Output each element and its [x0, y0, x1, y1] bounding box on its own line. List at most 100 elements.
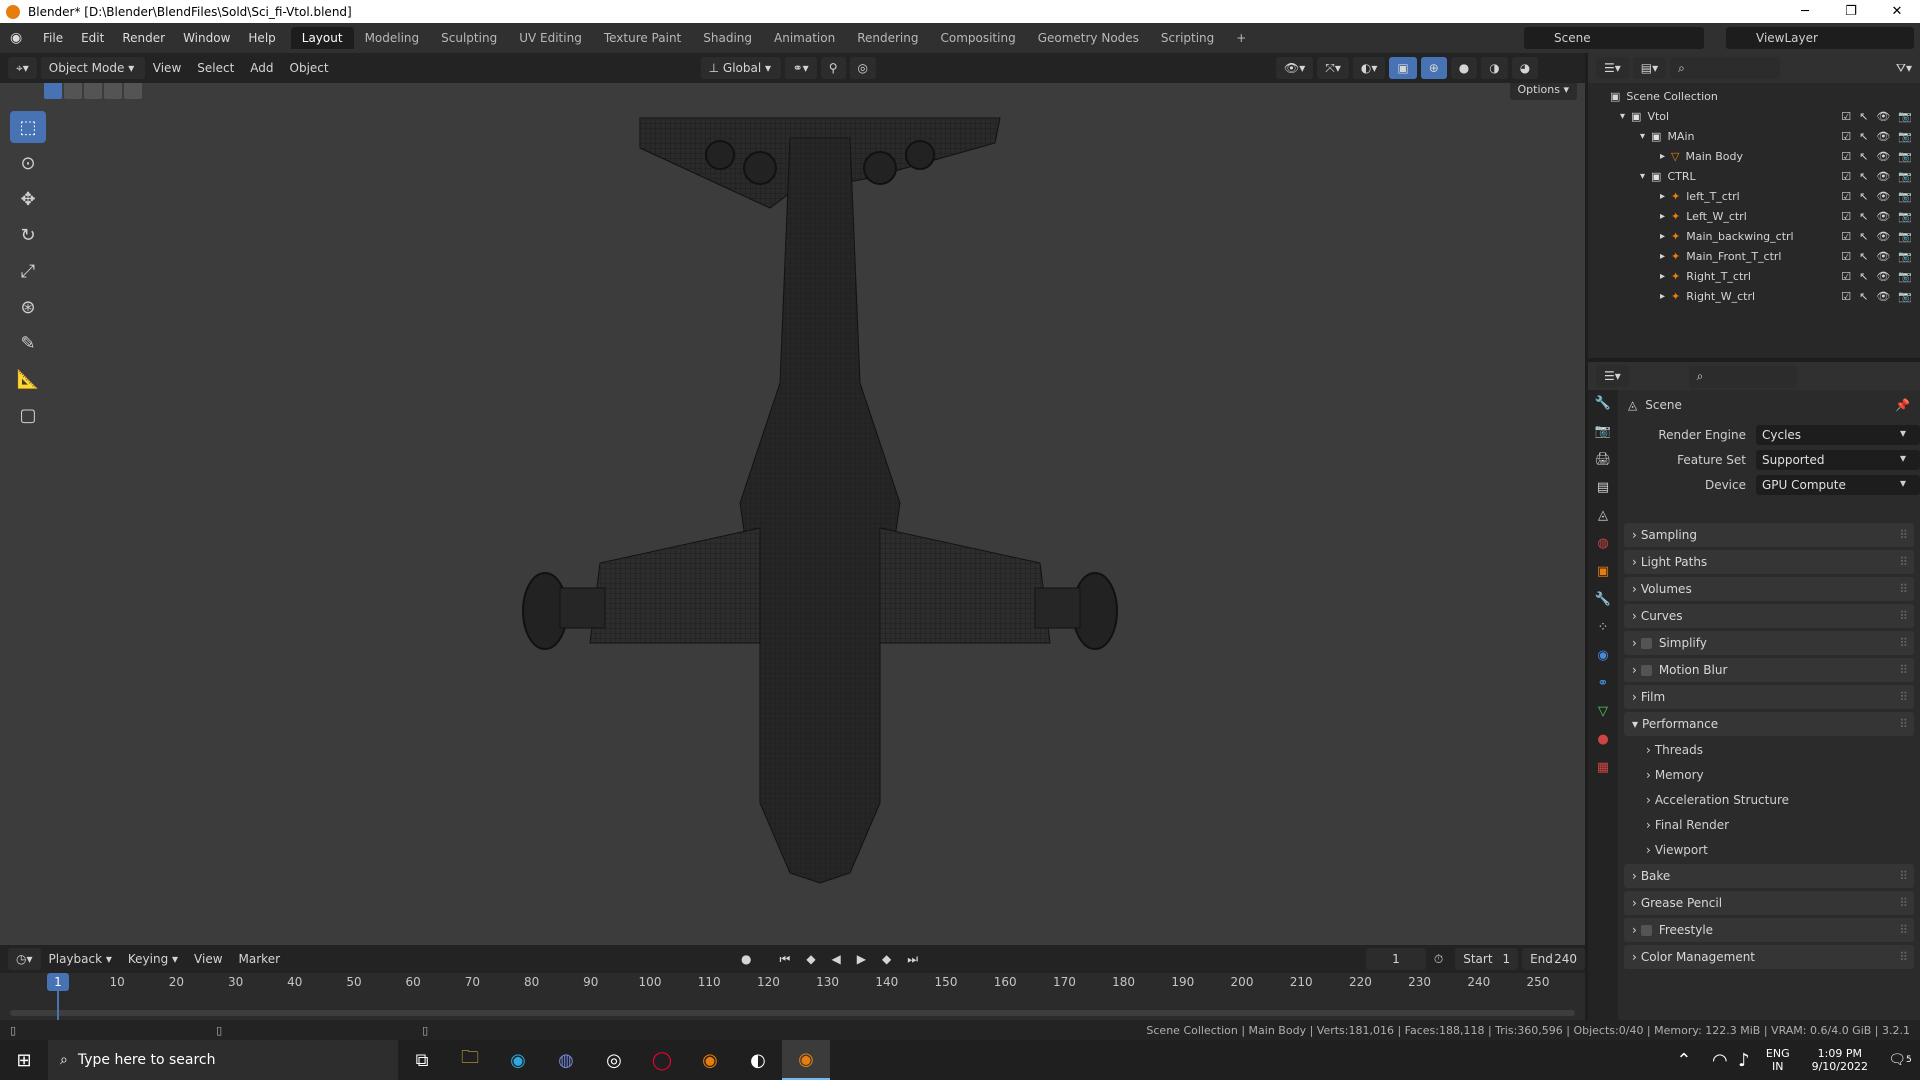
- expand-arrow-icon[interactable]: ▸: [1660, 291, 1665, 302]
- panel-header[interactable]: ▾ Performance ⠿: [1624, 712, 1914, 736]
- language-indicator[interactable]: ENG IN: [1766, 1047, 1790, 1073]
- workspace-tab-geometry-nodes[interactable]: Geometry Nodes: [1027, 27, 1150, 49]
- workspace-tab-shading[interactable]: Shading: [692, 27, 763, 49]
- eye-icon[interactable]: 👁: [1876, 290, 1890, 303]
- current-frame-field[interactable]: 1: [1366, 948, 1426, 970]
- drag-handle-icon[interactable]: ⠿: [1899, 555, 1908, 569]
- scene-collection-row[interactable]: ▣ Scene Collection: [1588, 86, 1920, 106]
- checkbox-icon[interactable]: ☑: [1841, 150, 1851, 163]
- camera-icon[interactable]: 📷: [1898, 130, 1912, 143]
- camera-icon[interactable]: 📷: [1898, 110, 1912, 123]
- camera-icon[interactable]: 📷: [1898, 150, 1912, 163]
- visibility-dropdown[interactable]: 👁▾: [1275, 57, 1314, 79]
- outliner-row[interactable]: ▸ ✦ Right_W_ctrl ☑ ↖ 👁 📷: [1588, 286, 1920, 306]
- expand-arrow-icon[interactable]: ▾: [1620, 111, 1625, 122]
- expand-arrow-icon[interactable]: ▾: [1640, 131, 1645, 142]
- select-icon[interactable]: ↖: [1859, 190, 1868, 203]
- drag-handle-icon[interactable]: ⠿: [1899, 717, 1908, 731]
- drag-handle-icon[interactable]: ⠿: [1899, 896, 1908, 910]
- panel-checkbox[interactable]: [1640, 924, 1652, 936]
- prev-keyframe-icon[interactable]: ◆: [798, 948, 823, 970]
- app-icon[interactable]: ◎: [590, 1040, 638, 1080]
- close-button[interactable]: ✕: [1874, 0, 1920, 23]
- output-tab-icon[interactable]: 🖨: [1588, 446, 1618, 474]
- panel-header[interactable]: › Film ⠿: [1624, 685, 1914, 709]
- taskbar-search-input[interactable]: ⌕ Type here to search: [48, 1040, 398, 1080]
- panel-header[interactable]: › Simplify ⠿: [1624, 631, 1914, 655]
- outliner-row[interactable]: ▸ ✦ Left_W_ctrl ☑ ↖ 👁 📷: [1588, 206, 1920, 226]
- proportional-edit-toggle[interactable]: ◎: [849, 57, 876, 79]
- panel-header[interactable]: › Light Paths ⠿: [1624, 550, 1914, 574]
- file-explorer-icon[interactable]: 🗀: [446, 1040, 494, 1080]
- checkbox-icon[interactable]: ☑: [1841, 250, 1851, 263]
- eye-icon[interactable]: 👁: [1876, 170, 1890, 183]
- texture-tab-icon[interactable]: ▦: [1588, 754, 1618, 782]
- subpanel-header[interactable]: › Memory: [1624, 764, 1914, 786]
- drag-handle-icon[interactable]: ⠿: [1899, 690, 1908, 704]
- menu-window[interactable]: Window: [174, 31, 239, 45]
- workspace-tab-scripting[interactable]: Scripting: [1150, 27, 1225, 49]
- outliner-row[interactable]: ▾ ▣ CTRL ☑ ↖ 👁 📷: [1588, 166, 1920, 186]
- outliner-row[interactable]: ▾ ▣ Vtol ☑ ↖ 👁 📷: [1588, 106, 1920, 126]
- expand-arrow-icon[interactable]: ▸: [1660, 211, 1665, 222]
- camera-icon[interactable]: 📷: [1898, 230, 1912, 243]
- camera-icon[interactable]: 📷: [1898, 270, 1912, 283]
- select-icon[interactable]: ↖: [1859, 290, 1868, 303]
- checkbox-icon[interactable]: ☑: [1841, 190, 1851, 203]
- steam-icon[interactable]: ◐: [734, 1040, 782, 1080]
- maximize-button[interactable]: ❐: [1828, 0, 1874, 23]
- current-frame-indicator[interactable]: 1: [47, 973, 69, 991]
- blender-taskbar-icon[interactable]: ◉: [686, 1040, 734, 1080]
- expand-arrow-icon[interactable]: ▸: [1660, 271, 1665, 282]
- tool-tab-icon[interactable]: 🔧: [1588, 390, 1618, 418]
- view-layer-tab-icon[interactable]: ▤: [1588, 474, 1618, 502]
- checkbox-icon[interactable]: ☑: [1841, 130, 1851, 143]
- expand-arrow-icon[interactable]: ▸: [1660, 251, 1665, 262]
- menu-keying[interactable]: Keying ▾: [120, 948, 186, 970]
- workspace-tab-compositing[interactable]: Compositing: [929, 27, 1026, 49]
- menu-select[interactable]: Select: [189, 57, 242, 79]
- outliner-editor-type-button[interactable]: ☰▾: [1596, 57, 1629, 79]
- pivot-dropdown[interactable]: ⚭▾: [784, 57, 817, 79]
- particles-tab-icon[interactable]: ⁘: [1588, 614, 1618, 642]
- view-layer-selector[interactable]: ViewLayer: [1726, 27, 1914, 49]
- workspace-tab--[interactable]: +: [1225, 27, 1257, 49]
- jump-end-icon[interactable]: ⏭: [899, 948, 926, 970]
- property-dropdown[interactable]: Cycles: [1756, 425, 1920, 445]
- editor-type-button[interactable]: ⌖▾: [8, 57, 37, 79]
- task-view-icon[interactable]: ⧉: [398, 1040, 446, 1080]
- subpanel-header[interactable]: › Threads: [1624, 739, 1914, 761]
- camera-icon[interactable]: 📷: [1898, 190, 1912, 203]
- minimize-button[interactable]: ─: [1782, 0, 1828, 23]
- panel-header[interactable]: › Freestyle ⠿: [1624, 918, 1914, 942]
- expand-arrow-icon[interactable]: ▸: [1660, 191, 1665, 202]
- opera-icon[interactable]: ◯: [638, 1040, 686, 1080]
- world-tab-icon[interactable]: ◍: [1588, 530, 1618, 558]
- eye-icon[interactable]: 👁: [1876, 190, 1890, 203]
- scene-selector[interactable]: Scene: [1524, 27, 1704, 49]
- constraints-tab-icon[interactable]: ⚭: [1588, 670, 1618, 698]
- select-icon[interactable]: ↖: [1859, 210, 1868, 223]
- panel-header[interactable]: › Grease Pencil ⠿: [1624, 891, 1914, 915]
- subpanel-header[interactable]: › Final Render: [1624, 814, 1914, 836]
- discord-icon[interactable]: ◍: [542, 1040, 590, 1080]
- panel-header[interactable]: › Motion Blur ⠿: [1624, 658, 1914, 682]
- subpanel-header[interactable]: › Acceleration Structure: [1624, 789, 1914, 811]
- solid-shading-button[interactable]: ●: [1450, 57, 1478, 79]
- scene-tab-icon[interactable]: ◬: [1588, 502, 1618, 530]
- camera-icon[interactable]: 📷: [1898, 290, 1912, 303]
- outliner-search-input[interactable]: ⌕: [1670, 57, 1781, 79]
- properties-search-input[interactable]: ⌕: [1688, 365, 1797, 388]
- outliner-row[interactable]: ▸ ✦ Main_Front_T_ctrl ☑ ↖ 👁 📷: [1588, 246, 1920, 266]
- wifi-icon[interactable]: ◠: [1708, 1040, 1732, 1080]
- workspace-tab-animation[interactable]: Animation: [763, 27, 846, 49]
- panel-checkbox[interactable]: [1640, 637, 1652, 649]
- menu-edit[interactable]: Edit: [72, 31, 113, 45]
- camera-icon[interactable]: 📷: [1898, 250, 1912, 263]
- orientation-dropdown[interactable]: ⊥ Global ▾: [700, 57, 781, 79]
- next-keyframe-icon[interactable]: ◆: [874, 948, 899, 970]
- drag-handle-icon[interactable]: ⠿: [1899, 869, 1908, 883]
- checkbox-icon[interactable]: ☑: [1841, 170, 1851, 183]
- properties-editor-type-button[interactable]: ☰▾: [1596, 365, 1629, 387]
- subpanel-header[interactable]: › Viewport: [1624, 839, 1914, 861]
